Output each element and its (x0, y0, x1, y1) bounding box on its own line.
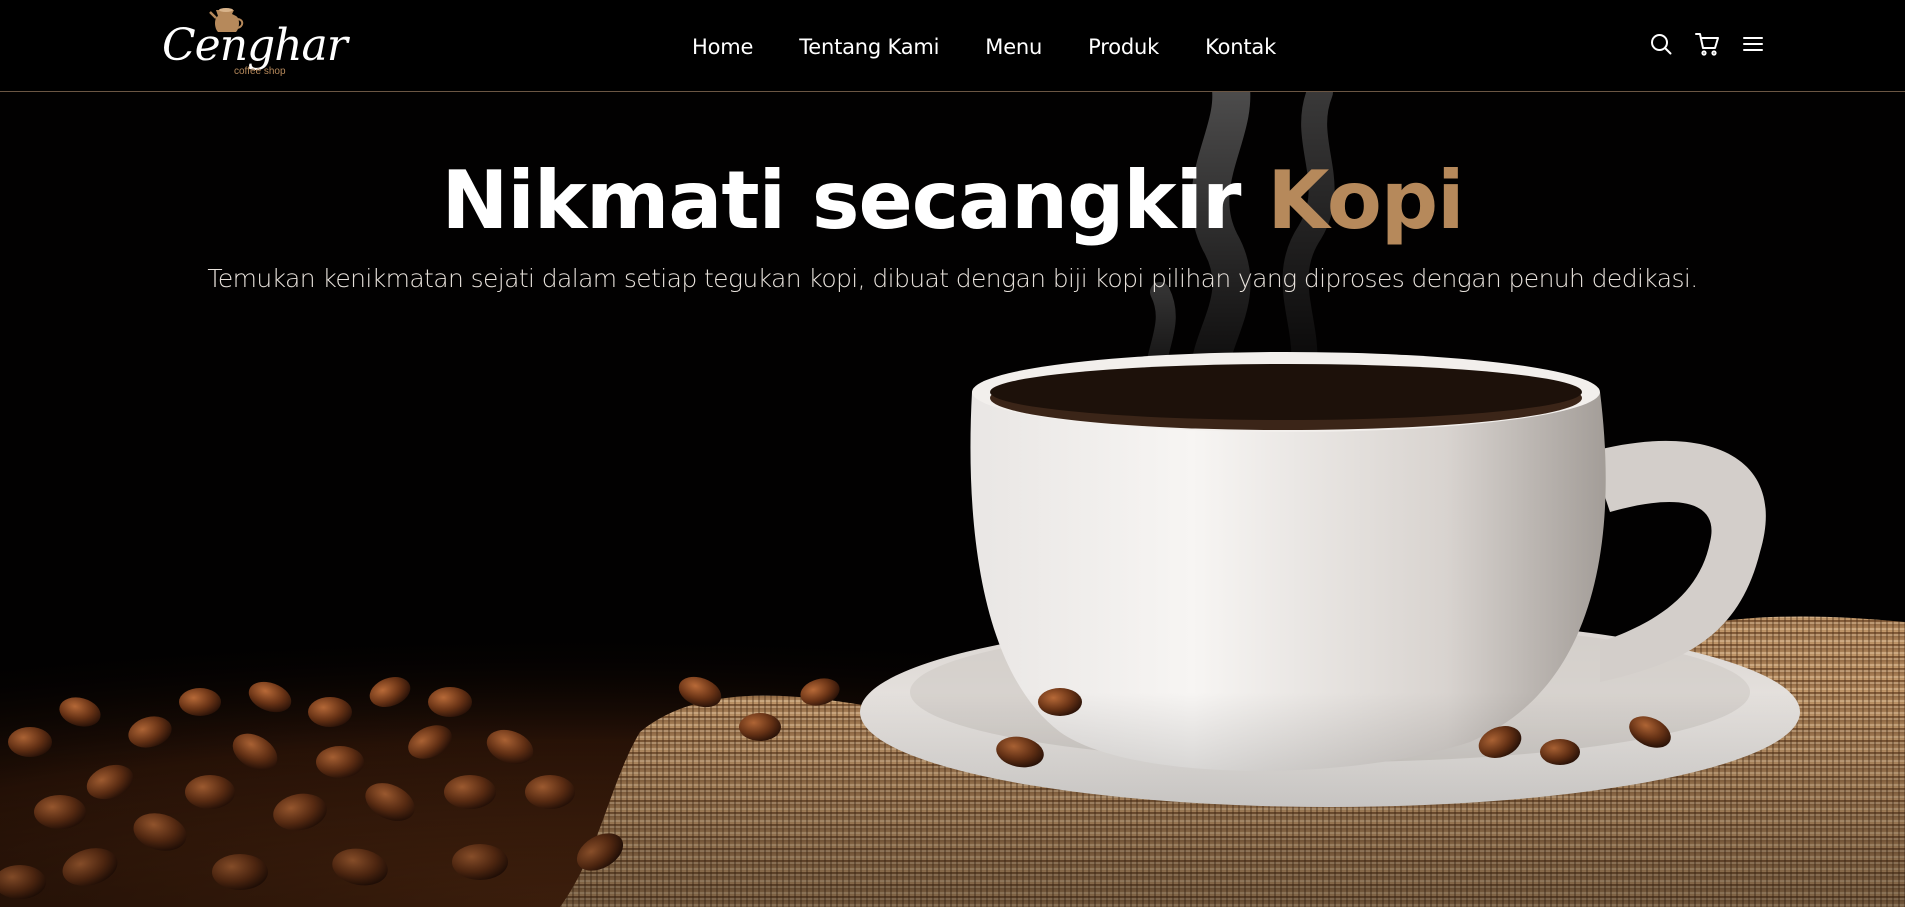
hero-title: Nikmati secangkir Kopi (0, 154, 1905, 247)
nav-tentang-kami[interactable]: Tentang Kami (799, 35, 939, 59)
brand-name: Cenghar (162, 20, 348, 71)
hero-section: Nikmati secangkir Kopi Temukan kenikmata… (0, 92, 1905, 907)
navbar: Cenghar coffee shop Home Tentang Kami Me… (0, 0, 1905, 92)
nav-actions (1648, 30, 1766, 58)
nav-kontak[interactable]: Kontak (1205, 35, 1276, 59)
hero-title-accent: Kopi (1267, 154, 1464, 247)
hero-title-main: Nikmati secangkir (441, 154, 1241, 247)
nav-home[interactable]: Home (692, 35, 753, 59)
main-nav: Home Tentang Kami Menu Produk Kontak (692, 33, 1276, 61)
brand-tagline: coffee shop (234, 66, 286, 77)
nav-menu[interactable]: Menu (985, 35, 1042, 59)
hero-subtitle: Temukan kenikmatan sejati dalam setiap t… (207, 264, 1698, 293)
brand-logo[interactable]: Cenghar coffee shop (160, 6, 348, 84)
cart-icon[interactable] (1694, 31, 1720, 57)
search-icon[interactable] (1648, 31, 1674, 57)
menu-icon[interactable] (1740, 31, 1766, 57)
nav-produk[interactable]: Produk (1088, 35, 1159, 59)
